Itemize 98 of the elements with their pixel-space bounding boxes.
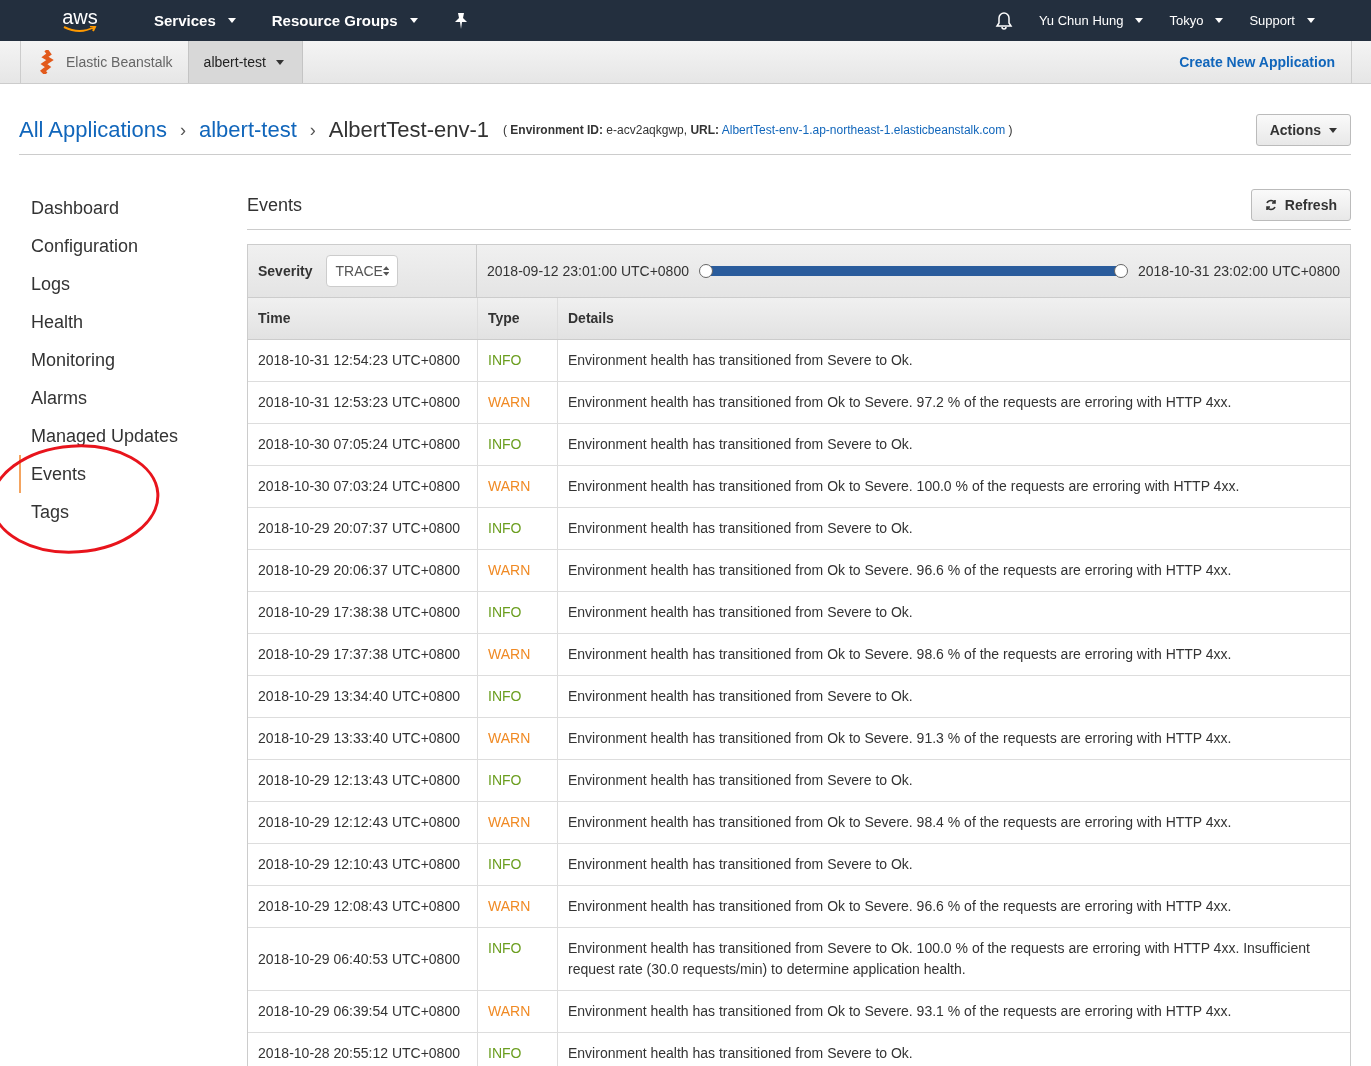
table-cell-text: 2018-10-29 13:34:40 UTC+0800 [257, 687, 461, 706]
table-cell: INFO [477, 592, 557, 633]
caret-icon [1307, 18, 1315, 23]
breadcrumb-link[interactable]: albert-test [199, 117, 297, 143]
table-cell: Environment health has transitioned from Severe to Ok. [557, 844, 1350, 885]
table-cell: Environment health has transitioned from Severe to Ok. [557, 424, 1350, 465]
table-cell: WARN [477, 382, 557, 423]
range-end-date: 2018-10-31 23:02:00 UTC+0800 [1138, 263, 1340, 279]
table-cell: INFO [477, 508, 557, 549]
table-cell: INFO [477, 928, 557, 990]
table-cell: Environment health has transitioned from Ok to Severe. 98.4 % of the requests are erroring with HTTP 4xx. [557, 802, 1350, 843]
table-cell: WARN [477, 991, 557, 1032]
sidebar-item[interactable]: Events [19, 455, 228, 493]
table-cell: Environment health has transitioned from Severe to Ok. [557, 676, 1350, 717]
sidebar-item[interactable]: Health [19, 303, 228, 341]
table-cell: WARN [477, 718, 557, 759]
chevron-icon: › [180, 119, 186, 141]
sidebar-item[interactable]: Monitoring [19, 341, 228, 379]
table-cell-text: 2018-10-29 12:12:43 UTC+0800 [257, 813, 461, 832]
table-cell-text: 2018-10-29 13:33:40 UTC+0800 [257, 729, 461, 748]
table-cell: INFO [477, 1033, 557, 1066]
application-dropdown[interactable]: albert-test [187, 41, 303, 83]
range-start-date: 2018-09-12 23:01:00 UTC+0800 [487, 263, 689, 279]
table-cell: WARN [477, 886, 557, 927]
table-cell: Environment health has transitioned from Severe to Ok. [557, 508, 1350, 549]
table-cell: Environment health has transitioned from Ok to Severe. 96.6 % of the requests are erroring with HTTP 4xx. [557, 886, 1350, 927]
caret-icon [227, 18, 236, 23]
bell-icon[interactable] [994, 11, 1013, 30]
date-range-slider[interactable] [699, 264, 1128, 278]
table-cell: Environment health has transitioned from Ok to Severe. 91.3 % of the requests are erroring with HTTP 4xx. [557, 718, 1350, 759]
caret-icon [409, 18, 418, 23]
actions-button[interactable]: Actions [1255, 114, 1351, 146]
sidebar-item[interactable]: Dashboard [19, 189, 228, 227]
table-cell-text: 2018-10-29 20:07:37 UTC+0800 [257, 519, 461, 538]
chevron-icon: › [309, 119, 316, 141]
table-cell-text: 2018-10-29 12:10:43 UTC+0800 [257, 855, 461, 874]
table-cell: Environment health has transitioned from Ok to Severe. 100.0 % of the requests are erroring with HTTP 4xx. [557, 466, 1350, 507]
table-cell-text: 2018-10-30 07:05:24 UTC+0800 [257, 435, 461, 454]
table-cell: WARN [477, 634, 557, 675]
aws-logo[interactable]: aws [58, 8, 102, 33]
refresh-button[interactable]: Refresh [1250, 189, 1351, 221]
table-cell: Environment health has transitioned from Severe to Ok. [557, 592, 1350, 633]
table-cell-text: 2018-10-29 06:40:53 UTC+0800 [257, 949, 461, 969]
table-cell: Environment health has transitioned from Ok to Severe. 98.6 % of the requests are erroring with HTTP 4xx. [557, 634, 1350, 675]
table-cell: Environment health has transitioned from Ok to Severe. 96.6 % of the requests are erroring with HTTP 4xx. [557, 550, 1350, 591]
pin-icon[interactable] [453, 12, 468, 29]
nav-menu[interactable]: Yu Chun Hung [1038, 13, 1144, 28]
caret-icon [275, 59, 284, 65]
caret-icon [1329, 127, 1337, 133]
nav-menu[interactable]: Support [1249, 13, 1315, 28]
sidebar-item[interactable]: Alarms [19, 379, 228, 417]
table-cell-text: 2018-10-30 07:03:24 UTC+0800 [257, 477, 461, 496]
table-cell-text: 2018-10-29 06:39:54 UTC+0800 [257, 1002, 461, 1021]
table-cell: Environment health has transitioned from Severe to Ok. [557, 340, 1350, 381]
caret-icon [1215, 18, 1224, 23]
service-link[interactable]: Elastic Beanstalk [20, 41, 188, 83]
table-cell-text: 2018-10-31 12:54:23 UTC+0800 [257, 351, 461, 370]
severity-label: Severity [258, 263, 313, 279]
table-cell-text: 2018-10-29 12:13:43 UTC+0800 [257, 771, 461, 790]
table-cell: INFO [477, 424, 557, 465]
column-header: Time [257, 309, 292, 328]
table-cell-text: 2018-10-29 12:08:43 UTC+0800 [257, 897, 461, 916]
table-cell: Environment health has transitioned from Ok to Severe. 93.1 % of the requests are erroring with HTTP 4xx. [557, 991, 1350, 1032]
sidebar-item[interactable]: Managed Updates [19, 417, 228, 455]
environment-info: ( Environment ID: e-acv2aqkgwp, URL: AlbertTest-env-1.ap-northeast-1.elasticbeanstalk.com ) [503, 123, 1013, 137]
caret-icon [1135, 18, 1144, 23]
nav-menu[interactable]: Services [154, 12, 236, 29]
table-cell: INFO [477, 340, 557, 381]
table-cell: Environment health has transitioned from Ok to Severe. 97.2 % of the requests are erroring with HTTP 4xx. [557, 382, 1350, 423]
table-cell-text: 2018-10-28 20:55:12 UTC+0800 [257, 1044, 461, 1063]
table-cell: INFO [477, 844, 557, 885]
create-application-link[interactable]: Create New Application [1179, 54, 1335, 70]
sort-arrows-icon [382, 265, 390, 277]
section-title: Events [247, 194, 303, 216]
refresh-icon [1264, 199, 1277, 211]
nav-menu[interactable]: Resource Groups [271, 12, 418, 29]
table-cell-text: 2018-10-31 12:53:23 UTC+0800 [257, 393, 461, 412]
table-cell: Environment health has transitioned from Severe to Ok. [557, 760, 1350, 801]
table-cell: Environment health has transitioned from Severe to Ok. [557, 1033, 1350, 1066]
table-cell: WARN [477, 550, 557, 591]
table-cell-text: 2018-10-29 17:38:38 UTC+0800 [257, 603, 461, 622]
severity-select[interactable]: TRACE [326, 255, 399, 287]
table-cell-text: 2018-10-29 17:37:38 UTC+0800 [257, 645, 461, 664]
table-cell: Environment health has transitioned from Severe to Ok. 100.0 % of the requests are erroring with HTTP 4xx. Insufficient request rate (30.0 requests/min) to determine application health. [557, 928, 1350, 990]
column-header: Details [557, 298, 1350, 339]
nav-menu[interactable]: Tokyo [1169, 13, 1224, 28]
table-cell: WARN [477, 466, 557, 507]
environment-url-link[interactable]: AlbertTest-env-1.ap-northeast-1.elasticbeanstalk.com [721, 123, 1006, 137]
environment-name: AlbertTest-env-1 [328, 117, 489, 143]
table-cell: INFO [477, 760, 557, 801]
sidebar-item[interactable]: Logs [19, 265, 228, 303]
breadcrumb-link[interactable]: All Applications [19, 117, 167, 143]
column-header: Type [477, 298, 557, 339]
table-cell: WARN [477, 802, 557, 843]
table-cell-text: 2018-10-29 20:06:37 UTC+0800 [257, 561, 461, 580]
sidebar-item[interactable]: Configuration [19, 227, 228, 265]
sidebar-item[interactable]: Tags [19, 493, 228, 531]
table-cell: INFO [477, 676, 557, 717]
